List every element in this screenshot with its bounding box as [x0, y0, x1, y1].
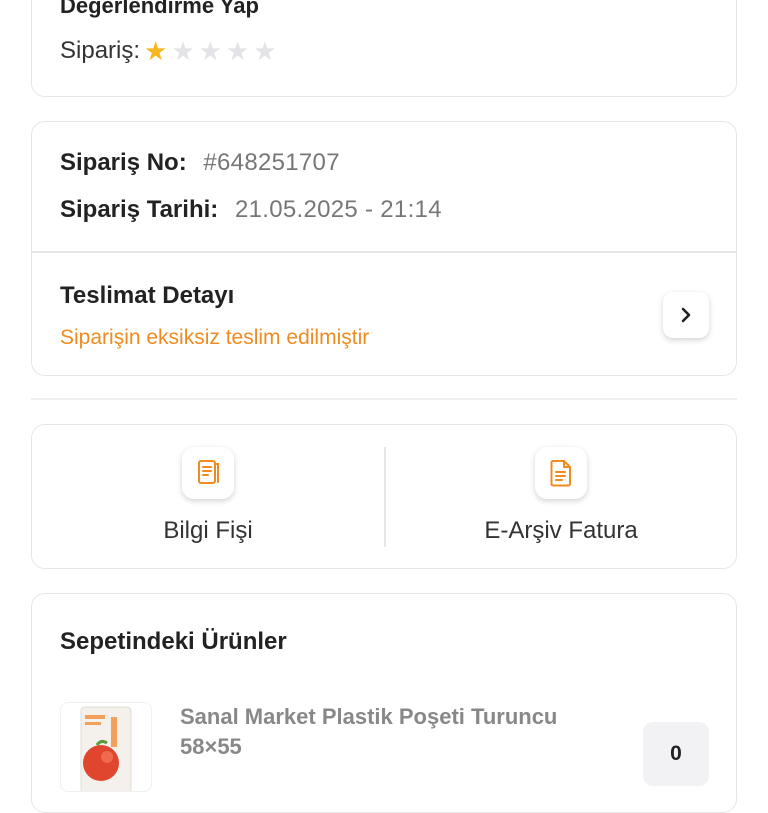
documents-card: Bilgi Fişi E-Arşiv Fatura — [31, 424, 737, 569]
e-archive-invoice-button[interactable]: E-Arşiv Fatura — [385, 425, 737, 570]
order-number-row: Sipariş No: #648251707 — [60, 149, 340, 177]
info-receipt-button[interactable]: Bilgi Fişi — [32, 425, 384, 570]
divider — [32, 251, 736, 253]
e-archive-invoice-label: E-Arşiv Fatura — [484, 517, 638, 544]
star-icon-5[interactable]: ★ — [253, 38, 276, 64]
order-date-row: Sipariş Tarihi: 21.05.2025 - 21:14 — [60, 196, 442, 224]
quantity-box[interactable]: 0 — [643, 722, 709, 786]
delivery-detail-title: Teslimat Detayı — [60, 282, 235, 309]
chevron-right-icon — [681, 307, 691, 323]
rating-label: Sipariş: — [60, 37, 141, 64]
section-separator — [31, 398, 737, 400]
rating-title: Değerlendirme Yap — [60, 0, 259, 18]
order-info-card: Sipariş No: #648251707 Sipariş Tarihi: 2… — [31, 121, 737, 376]
product-name: Sanal Market Plastik Poşeti Turuncu 58×5… — [180, 704, 558, 759]
receipt-icon — [182, 447, 234, 499]
star-icon-2[interactable]: ★ — [171, 38, 194, 64]
invoice-document-icon — [535, 447, 587, 499]
cart-items-card: Sepetindeki Ürünler Sanal Market Plastik… — [31, 593, 737, 813]
star-icon-4[interactable]: ★ — [226, 38, 249, 64]
order-number-label: Sipariş No: — [60, 149, 187, 176]
rating-card: Değerlendirme Yap Sipariş: ★ ★ ★ ★ ★ — [31, 0, 737, 97]
order-date-label: Sipariş Tarihi: — [60, 196, 219, 223]
star-icon-3[interactable]: ★ — [199, 38, 222, 64]
star-icon-1[interactable]: ★ — [144, 38, 167, 64]
order-rating-row: Sipariş: ★ ★ ★ ★ ★ — [60, 37, 281, 65]
delivery-status: Siparişin eksiksiz teslim edilmiştir — [60, 326, 370, 349]
product-image[interactable] — [60, 702, 152, 792]
cart-title: Sepetindeki Ürünler — [60, 628, 287, 655]
delivery-detail-button[interactable] — [663, 292, 709, 338]
order-number-value: #648251707 — [203, 149, 340, 176]
order-date-value: 21.05.2025 - 21:14 — [234, 196, 442, 223]
info-receipt-label: Bilgi Fişi — [163, 517, 253, 544]
